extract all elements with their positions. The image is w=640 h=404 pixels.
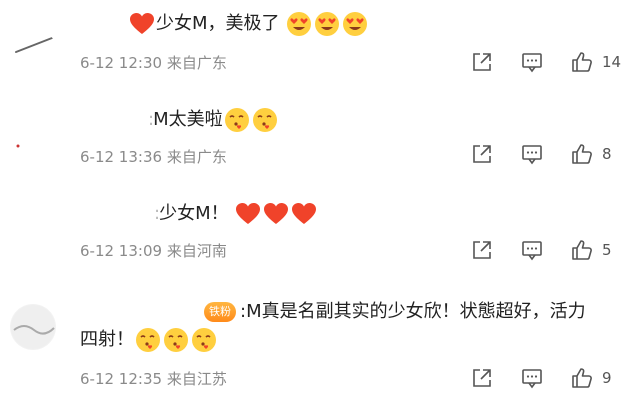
comment-icon[interactable] [520,366,544,390]
kiss-heart-emoji-icon [191,327,217,353]
like-count: 9 [602,369,612,387]
red-heart-icon [129,12,155,36]
comment-icon[interactable] [520,50,544,74]
thumbs-up-icon[interactable] [570,50,594,74]
heart-eyes-emoji-icon [342,11,368,37]
comment-item-3: :少女M！ 6-12 13:09 来自河南 5 [0,188,640,278]
comment-actions: 5 [444,238,616,262]
thumbs-up-icon[interactable] [570,366,594,390]
comment-actions: 8 [444,142,616,166]
red-heart-icon [235,202,261,226]
red-heart-icon [263,202,289,226]
comment-item-4: 铁粉:M真是名副其实的少女欣！状態超好，活力四射！ 6-12 12:35 来自江… [0,290,640,404]
share-icon[interactable] [470,238,494,262]
fan-badge: 铁粉 [204,302,236,322]
like-count: 8 [602,145,612,163]
like-count: 5 [602,241,612,259]
comment-text: :M太美啦 [148,106,279,134]
kiss-heart-emoji-icon [252,107,278,133]
kiss-heart-emoji-icon [163,327,189,353]
comment-item-2: :M太美啦 6-12 13:36 来自广东 8 [0,94,640,184]
heart-eyes-emoji-icon [286,11,312,37]
avatar[interactable] [12,30,58,76]
kiss-heart-emoji-icon [135,327,161,353]
heart-eyes-emoji-icon [314,11,340,37]
comment-text: 少女M，美极了 [128,10,369,38]
share-icon[interactable] [470,142,494,166]
comment-meta: 6-12 13:36 来自广东 [80,148,227,166]
comment-item-1: 少女M，美极了 6-12 12:30 来自广东 14 [0,0,640,90]
like-count: 14 [602,53,622,71]
comment-meta: 6-12 13:09 来自河南 [80,242,227,260]
avatar[interactable] [12,128,58,174]
red-heart-icon [291,202,317,226]
comment-meta: 6-12 12:35 来自江苏 [80,370,227,388]
comment-text: 铁粉:M真是名副其实的少女欣！状態超好，活力四射！ [80,298,600,354]
share-icon[interactable] [470,366,494,390]
comment-icon[interactable] [520,142,544,166]
comment-actions: 14 [444,50,622,74]
comment-text: :少女M！ [154,200,318,228]
thumbs-up-icon[interactable] [570,142,594,166]
thumbs-up-icon[interactable] [570,238,594,262]
avatar[interactable] [10,304,56,350]
share-icon[interactable] [470,50,494,74]
kiss-heart-emoji-icon [224,107,250,133]
comment-actions: 9 [444,366,616,390]
comment-icon[interactable] [520,238,544,262]
comment-meta: 6-12 12:30 来自广东 [80,54,227,72]
